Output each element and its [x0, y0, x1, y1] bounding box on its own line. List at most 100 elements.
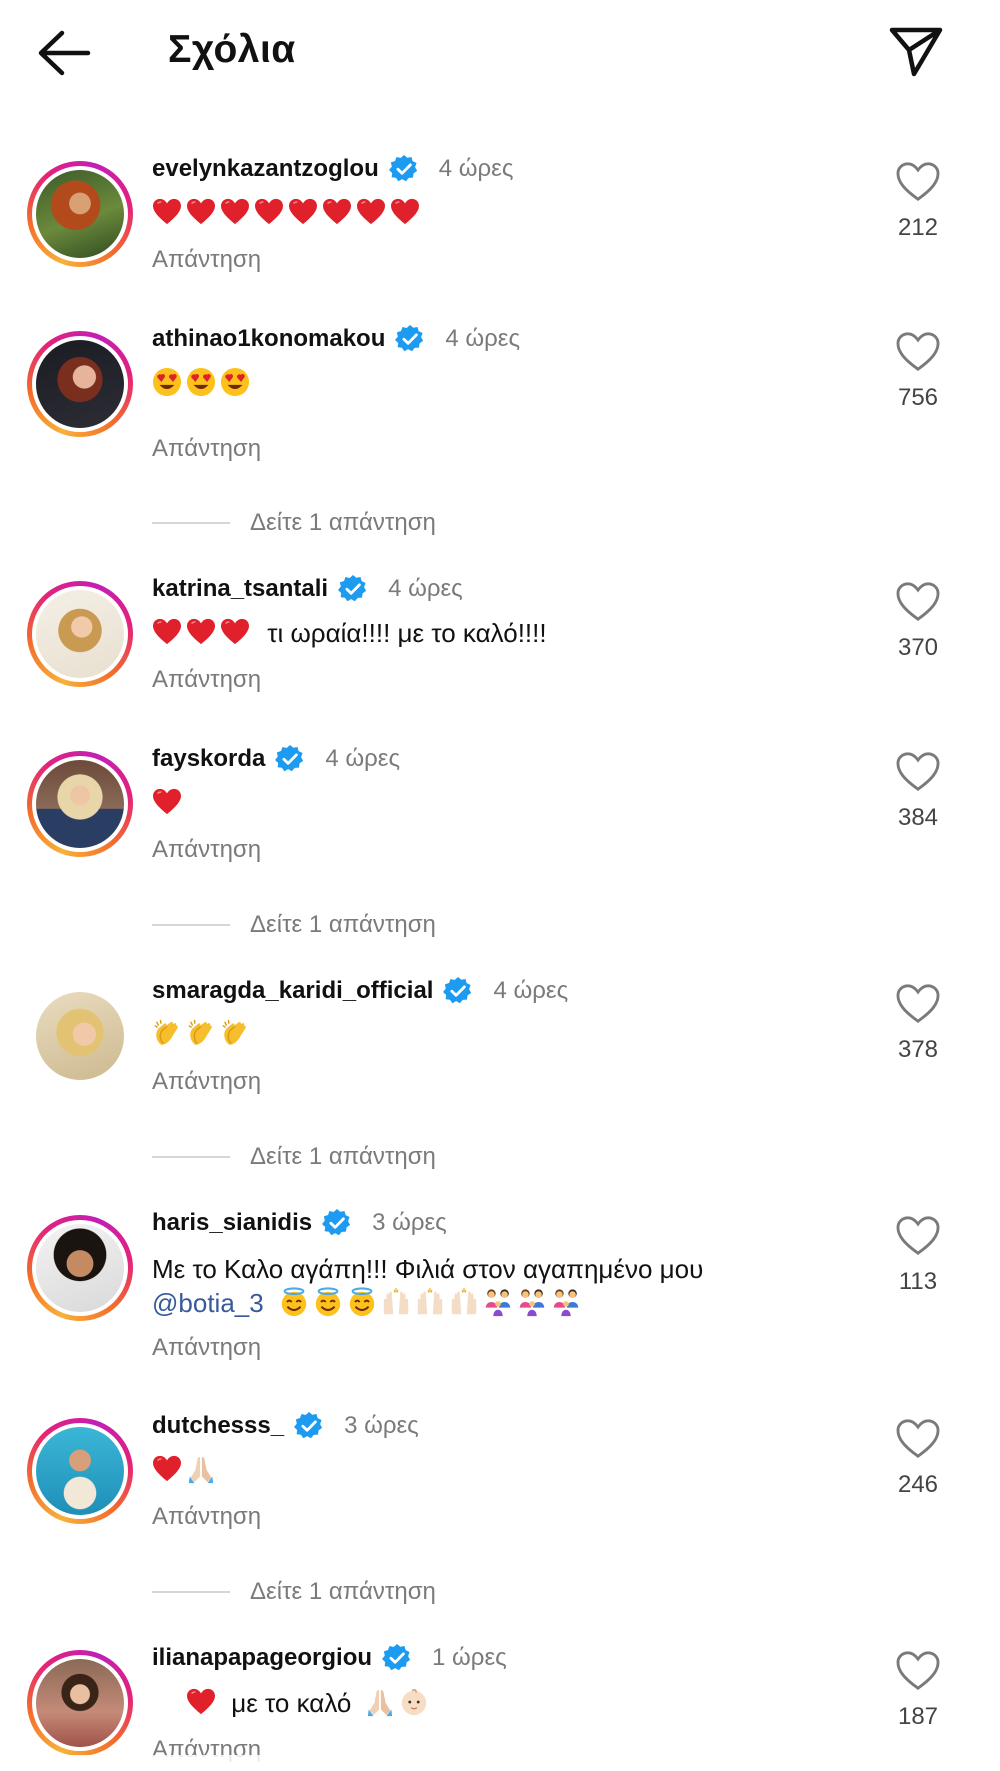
verified-badge-icon	[275, 744, 305, 774]
avatar[interactable]	[27, 1418, 133, 1524]
heart-outline-icon[interactable]	[895, 581, 941, 623]
halo-face-emoji-icon	[313, 1287, 343, 1317]
avatar-photo	[36, 1659, 124, 1747]
view-replies-link[interactable]: Δείτε 1 απάντηση	[152, 1142, 436, 1172]
red-heart-emoji-icon	[152, 198, 182, 226]
comment-text: Με το Καλο αγάπη!!! Φιλιά στον αγαπημένο…	[152, 1252, 703, 1286]
family-emoji-icon	[483, 1287, 513, 1317]
reply-button[interactable]: Απάντηση	[152, 666, 261, 694]
heart-eyes-emoji-icon	[220, 367, 250, 397]
divider	[152, 1591, 230, 1593]
paper-plane-icon	[889, 27, 943, 77]
username[interactable]: katrina_tsantali	[152, 575, 328, 603]
view-replies-link[interactable]: Δείτε 1 απάντηση	[152, 910, 436, 940]
comment-header: ilianapapageorgiou 1 ώρες	[152, 1641, 507, 1675]
view-replies-label: Δείτε 1 απάντηση	[250, 509, 436, 536]
heart-outline-icon[interactable]	[895, 751, 941, 793]
heart-outline-icon[interactable]	[895, 1418, 941, 1460]
red-heart-emoji-icon	[356, 198, 386, 226]
verified-badge-icon	[395, 324, 425, 354]
top-bar: Σχόλια	[0, 0, 1000, 110]
like-count: 246	[897, 1471, 939, 1498]
avatar-photo	[36, 170, 124, 258]
avatar[interactable]	[27, 161, 133, 267]
verified-badge-icon	[338, 574, 368, 604]
comment-body: τι ωραία!!!! με το καλό!!!!	[267, 618, 547, 648]
timestamp: 4 ώρες	[388, 575, 463, 602]
timestamp: 1 ώρες	[432, 1644, 507, 1671]
heart-outline-icon[interactable]	[895, 1215, 941, 1257]
halo-face-emoji-icon	[279, 1287, 309, 1317]
comment-body: με το καλό	[231, 1688, 352, 1718]
heart-outline-icon[interactable]	[895, 331, 941, 373]
avatar[interactable]	[27, 1650, 133, 1756]
divider	[152, 522, 230, 524]
like-count: 370	[897, 634, 939, 661]
red-heart-emoji-icon	[152, 1455, 182, 1483]
comment-text-line-2: @botia_3	[152, 1286, 585, 1320]
comment-text	[152, 366, 254, 400]
avatar-photo	[36, 760, 124, 848]
username[interactable]: haris_sianidis	[152, 1209, 312, 1237]
comment-text: με το καλό	[186, 1686, 433, 1720]
reply-button[interactable]: Απάντηση	[152, 836, 261, 864]
view-replies-label: Δείτε 1 απάντηση	[250, 911, 436, 938]
avatar-photo	[36, 340, 124, 428]
bottom-fade	[0, 1755, 1000, 1771]
like-count: 756	[897, 384, 939, 411]
verified-badge-icon	[443, 976, 473, 1006]
heart-outline-icon[interactable]	[895, 161, 941, 203]
clapping-hands-emoji-icon	[220, 1019, 250, 1049]
avatar[interactable]	[27, 983, 133, 1089]
red-heart-emoji-icon	[220, 198, 250, 226]
avatar[interactable]	[27, 751, 133, 857]
username[interactable]: dutchesss_	[152, 1412, 284, 1440]
back-button[interactable]	[36, 28, 96, 78]
folded-hands-emoji-icon	[365, 1687, 395, 1717]
verified-badge-icon	[389, 154, 419, 184]
reply-button[interactable]: Απάντηση	[152, 435, 261, 463]
folded-hands-emoji-icon	[186, 1454, 216, 1484]
username[interactable]: ilianapapageorgiou	[152, 1644, 372, 1672]
timestamp: 4 ώρες	[438, 155, 514, 182]
raised-hands-emoji-icon	[415, 1287, 445, 1317]
view-replies-label: Δείτε 1 απάντηση	[250, 1578, 436, 1605]
comment-header: haris_sianidis 3 ώρες	[152, 1206, 447, 1240]
avatar[interactable]	[27, 331, 133, 437]
heart-outline-icon[interactable]	[895, 1650, 941, 1692]
view-replies-link[interactable]: Δείτε 1 απάντηση	[152, 508, 436, 538]
avatar-photo	[36, 992, 124, 1080]
reply-button[interactable]: Απάντηση	[152, 1503, 261, 1531]
timestamp: 4 ώρες	[445, 325, 521, 352]
comment-text	[152, 1453, 220, 1487]
comment-header: fayskorda 4 ώρες	[152, 742, 400, 776]
username[interactable]: fayskorda	[152, 745, 265, 773]
timestamp: 3 ώρες	[372, 1209, 447, 1236]
username[interactable]: evelynkazantzoglou	[152, 155, 379, 183]
username[interactable]: smaragda_karidi_official	[152, 977, 433, 1005]
like-count: 113	[898, 1268, 938, 1295]
like-count: 378	[897, 1036, 939, 1063]
heart-outline-icon[interactable]	[895, 983, 941, 1025]
comment-header: dutchesss_ 3 ώρες	[152, 1409, 419, 1443]
mention-link[interactable]: @botia_3	[152, 1288, 264, 1318]
red-heart-emoji-icon	[254, 198, 284, 226]
comment-header: smaragda_karidi_official 4 ώρες	[152, 974, 568, 1008]
avatar[interactable]	[27, 1215, 133, 1321]
like-count: 384	[897, 804, 939, 831]
baby-emoji-icon	[399, 1687, 429, 1717]
reply-button[interactable]: Απάντηση	[152, 1334, 261, 1362]
share-button[interactable]	[888, 24, 944, 80]
view-replies-label: Δείτε 1 απάντηση	[250, 1143, 436, 1170]
verified-badge-icon	[322, 1208, 352, 1238]
timestamp: 4 ώρες	[325, 745, 401, 772]
reply-button[interactable]: Απάντηση	[152, 1068, 261, 1096]
comment-text	[152, 1018, 254, 1052]
reply-button[interactable]: Απάντηση	[152, 246, 261, 274]
like-count: 187	[897, 1703, 939, 1730]
username[interactable]: athinao1konomakou	[152, 325, 385, 353]
raised-hands-emoji-icon	[449, 1287, 479, 1317]
avatar[interactable]	[27, 581, 133, 687]
clapping-hands-emoji-icon	[152, 1019, 182, 1049]
view-replies-link[interactable]: Δείτε 1 απάντηση	[152, 1577, 436, 1607]
